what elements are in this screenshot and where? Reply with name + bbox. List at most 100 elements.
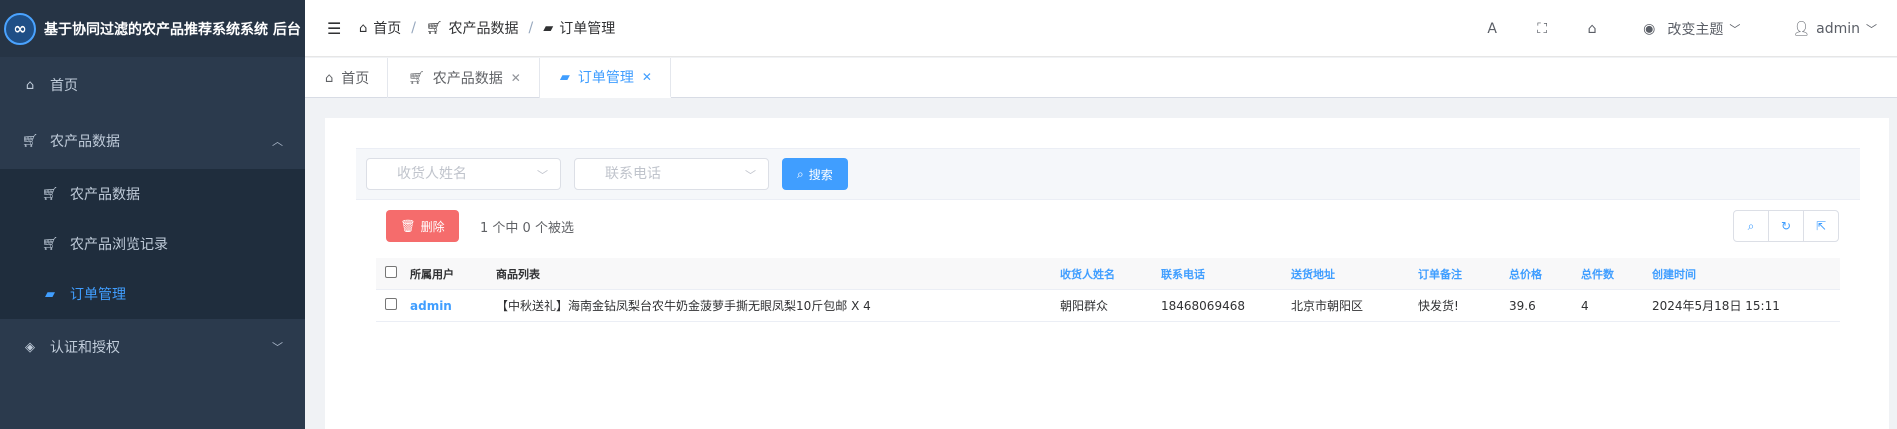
breadcrumb-separator: / (411, 20, 416, 36)
refresh-icon: ↻ (1780, 219, 1792, 233)
close-icon[interactable]: ✕ (511, 71, 521, 85)
search-toggle-button[interactable]: ⌕ (1733, 210, 1769, 242)
select-all-checkbox[interactable] (385, 266, 397, 278)
column-header: 商品列表 (496, 267, 540, 281)
search-bar: ﹀ ﹀ ⌕ 搜索 (356, 148, 1860, 200)
column-header[interactable]: 收货人姓名 (1052, 266, 1153, 282)
logo-icon: ∞ (4, 12, 36, 45)
breadcrumb-orders: ▰ 订单管理 (543, 20, 616, 38)
home-icon[interactable]: ⌂ (1567, 21, 1617, 37)
shield-icon: ◈ (25, 339, 35, 355)
app-title: 基于协同过滤的农产品推荐系统系统 后台 (44, 21, 301, 38)
column-header[interactable]: 送货地址 (1283, 266, 1410, 282)
cell-products: 【中秋送礼】海南金钻凤梨台农牛奶金菠萝手撕无眼凤梨10斤包邮 X 4 (496, 299, 871, 313)
theme-dropdown[interactable]: ◉ 改变主题 ﹀ (1643, 19, 1740, 39)
phone-input[interactable] (605, 166, 735, 182)
home-icon: ⌂ (325, 70, 334, 86)
column-header[interactable]: 联系电话 (1153, 266, 1283, 282)
cell-user[interactable]: admin (402, 299, 488, 313)
sidebar-item-label: 农产品数据 (50, 134, 120, 150)
phone-select[interactable]: ﹀ (574, 158, 769, 190)
consignee-input[interactable] (397, 166, 527, 182)
refresh-button[interactable]: ↻ (1768, 210, 1804, 242)
search-icon: ⌕ (797, 166, 804, 181)
export-icon: ⇱ (1815, 219, 1827, 233)
search-icon: ⌕ (1747, 218, 1755, 233)
bag-icon: ▰ (543, 20, 554, 36)
breadcrumb-home[interactable]: ⌂ 首页 (359, 18, 401, 38)
chevron-down-icon: ﹀ (1866, 22, 1877, 36)
chevron-down-icon: ﹀ (272, 341, 283, 354)
select-all-cell (376, 266, 402, 281)
chevron-down-icon: ﹀ (1729, 22, 1741, 36)
cart-icon: 🛒︎ (41, 236, 59, 252)
home-icon: ⌂ (359, 20, 368, 36)
palette-icon: ◉ (1643, 20, 1656, 37)
sidebar-item-agri-products[interactable]: 🛒︎ 农产品数据 ︿ (0, 113, 305, 169)
cell-address: 北京市朝阳区 (1291, 299, 1364, 313)
table-header: 所属用户 商品列表 收货人姓名 联系电话 送货地址 订单备注 总价格 总件数 创… (376, 258, 1840, 290)
column-header: 所属用户 (410, 267, 454, 281)
cell-note: 快发货! (1418, 299, 1459, 313)
hamburger-icon[interactable]: ☰ (327, 19, 347, 38)
sidebar-item-browse-history[interactable]: 🛒︎ 农产品浏览记录 (0, 219, 305, 269)
table-row[interactable]: admin 【中秋送礼】海南金钻凤梨台农牛奶金菠萝手撕无眼凤梨10斤包邮 X 4… (376, 290, 1840, 322)
tabs-bar: ⌂ 首页 🛒︎ 农产品数据 ✕ ▰ 订单管理 ✕ (305, 58, 1897, 98)
tab-home[interactable]: ⌂ 首页 (305, 58, 389, 98)
row-select-cell (376, 298, 402, 313)
column-header[interactable]: 总价格 (1501, 266, 1573, 282)
cell-phone: 18468069468 (1161, 298, 1245, 313)
tab-orders[interactable]: ▰ 订单管理 ✕ (539, 58, 671, 98)
chevron-down-icon: ﹀ (537, 169, 548, 182)
table-toolbar: 🗑︎ 删除 1 个中 0 个被选 (386, 210, 574, 242)
chevron-up-icon: ︿ (272, 135, 283, 148)
delete-button[interactable]: 🗑︎ 删除 (386, 210, 459, 242)
user-icon: 👤︎ (1792, 20, 1811, 37)
row-checkbox[interactable] (385, 298, 397, 310)
sidebar-item-label: 订单管理 (70, 287, 126, 303)
cart-icon: 🛒︎ (425, 20, 443, 36)
breadcrumb-agri-products[interactable]: 🛒︎ 农产品数据 (426, 18, 519, 38)
sidebar-item-label: 首页 (50, 78, 78, 94)
header-actions: A ⛶ ⌂ ◉ 改变主题 ﹀ 👤︎ admin ﹀ (1467, 0, 1897, 57)
export-button[interactable]: ⇱ (1803, 210, 1839, 242)
bag-icon: ▰ (559, 69, 570, 85)
tab-agri-products[interactable]: 🛒︎ 农产品数据 ✕ (388, 58, 540, 98)
home-icon: ⌂ (25, 77, 35, 93)
sidebar: ∞ 基于协同过滤的农产品推荐系统系统 后台 ⌂ 首页 🛒︎ 农产品数据 ︿ 🛒︎… (0, 0, 305, 429)
brand: ∞ 基于协同过滤的农产品推荐系统系统 后台 (0, 0, 305, 57)
orders-table: 所属用户 商品列表 收货人姓名 联系电话 送货地址 订单备注 总价格 总件数 创… (376, 258, 1840, 322)
column-header[interactable]: 总件数 (1573, 266, 1644, 282)
column-header[interactable]: 订单备注 (1410, 266, 1501, 282)
breadcrumb-separator: / (528, 20, 534, 36)
column-header[interactable]: 创建时间 (1644, 266, 1824, 282)
header: ☰ ⌂ 首页 / 🛒︎ 农产品数据 / ▰ 订单管理 A ⛶ ⌂ ◉ 改变主题 … (305, 0, 1897, 57)
sidebar-item-label: 农产品浏览记录 (70, 237, 168, 253)
sidebar-item-home[interactable]: ⌂ 首页 (0, 57, 305, 113)
trash-icon: 🗑︎ (400, 219, 416, 233)
cell-total-count: 4 (1581, 298, 1589, 313)
consignee-select[interactable]: ﹀ (366, 158, 561, 190)
sidebar-item-auth[interactable]: ◈ 认证和授权 ﹀ (0, 319, 305, 375)
user-dropdown[interactable]: 👤︎ admin ﹀ (1792, 21, 1877, 37)
search-button[interactable]: ⌕ 搜索 (782, 158, 848, 190)
cart-icon: 🛒︎ (408, 70, 425, 86)
chevron-down-icon: ﹀ (745, 169, 756, 182)
cell-total-price: 39.6 (1509, 298, 1536, 313)
cell-consignee: 朝阳群众 (1060, 299, 1109, 313)
sidebar-item-orders[interactable]: ▰ 订单管理 (0, 269, 305, 319)
sidebar-item-agri-data[interactable]: 🛒︎ 农产品数据 (0, 169, 305, 219)
font-size-icon[interactable]: A (1467, 21, 1517, 37)
breadcrumb: ⌂ 首页 / 🛒︎ 农产品数据 / ▰ 订单管理 (359, 18, 615, 38)
cart-icon: 🛒︎ (21, 133, 39, 149)
cell-created: 2024年5月18日 15:11 (1652, 299, 1780, 313)
close-icon[interactable]: ✕ (642, 70, 652, 84)
cart-icon: 🛒︎ (41, 186, 59, 202)
sidebar-item-label: 认证和授权 (50, 340, 120, 356)
bag-icon: ▰ (45, 286, 55, 302)
sidebar-item-label: 农产品数据 (70, 187, 140, 203)
submenu-agri-products: 🛒︎ 农产品数据 🛒︎ 农产品浏览记录 ▰ 订单管理 (0, 169, 305, 319)
fullscreen-icon[interactable]: ⛶ (1517, 21, 1567, 37)
selection-info: 1 个中 0 个被选 (480, 220, 574, 236)
content-card: ﹀ ﹀ ⌕ 搜索 🗑︎ 删除 1 个中 0 个被选 ⌕ ↻ ⇱ 所属用户 商品列… (325, 118, 1889, 429)
